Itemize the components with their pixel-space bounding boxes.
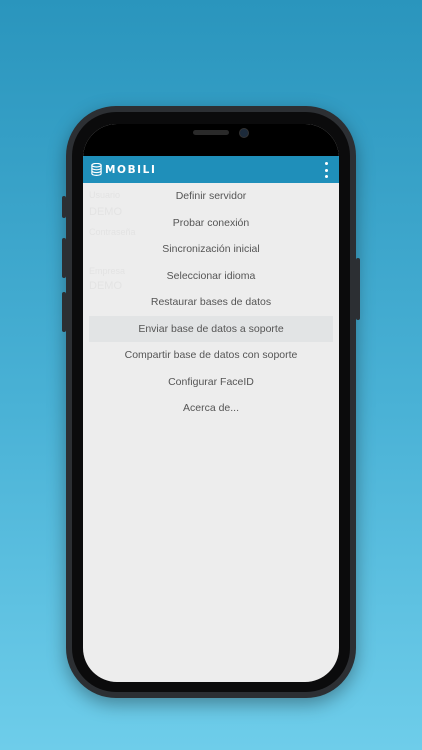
app-logo: MOBILI (91, 163, 156, 176)
options-menu: Definir servidor Probar conexión Sincron… (89, 183, 333, 422)
phone-mute-switch (62, 196, 66, 218)
phone-volume-down (62, 292, 66, 332)
menu-item-sincronizacion-inicial[interactable]: Sincronización inicial (89, 236, 333, 263)
menu-item-configurar-faceid[interactable]: Configurar FaceID (89, 369, 333, 396)
menu-item-definir-servidor[interactable]: Definir servidor (89, 183, 333, 210)
menu-item-restaurar-bases[interactable]: Restaurar bases de datos (89, 289, 333, 316)
database-stack-icon (91, 163, 102, 176)
app-bar: MOBILI (83, 156, 339, 183)
menu-item-seleccionar-idioma[interactable]: Seleccionar idioma (89, 263, 333, 290)
more-options-icon[interactable] (323, 162, 329, 178)
app-logo-text: MOBILI (105, 163, 157, 176)
phone-power-button (356, 258, 360, 320)
status-bar (83, 124, 339, 156)
notch-speaker (193, 130, 229, 135)
menu-item-compartir-base-soporte[interactable]: Compartir base de datos con soporte (89, 342, 333, 369)
phone-screen: MOBILI Usuario DEMO Contraseña Empresa D… (83, 124, 339, 682)
notch-camera (239, 128, 249, 138)
menu-item-acerca-de[interactable]: Acerca de... (89, 395, 333, 422)
phone-volume-up (62, 238, 66, 278)
menu-item-enviar-base-soporte[interactable]: Enviar base de datos a soporte (89, 315, 333, 342)
menu-item-probar-conexion[interactable]: Probar conexión (89, 210, 333, 237)
